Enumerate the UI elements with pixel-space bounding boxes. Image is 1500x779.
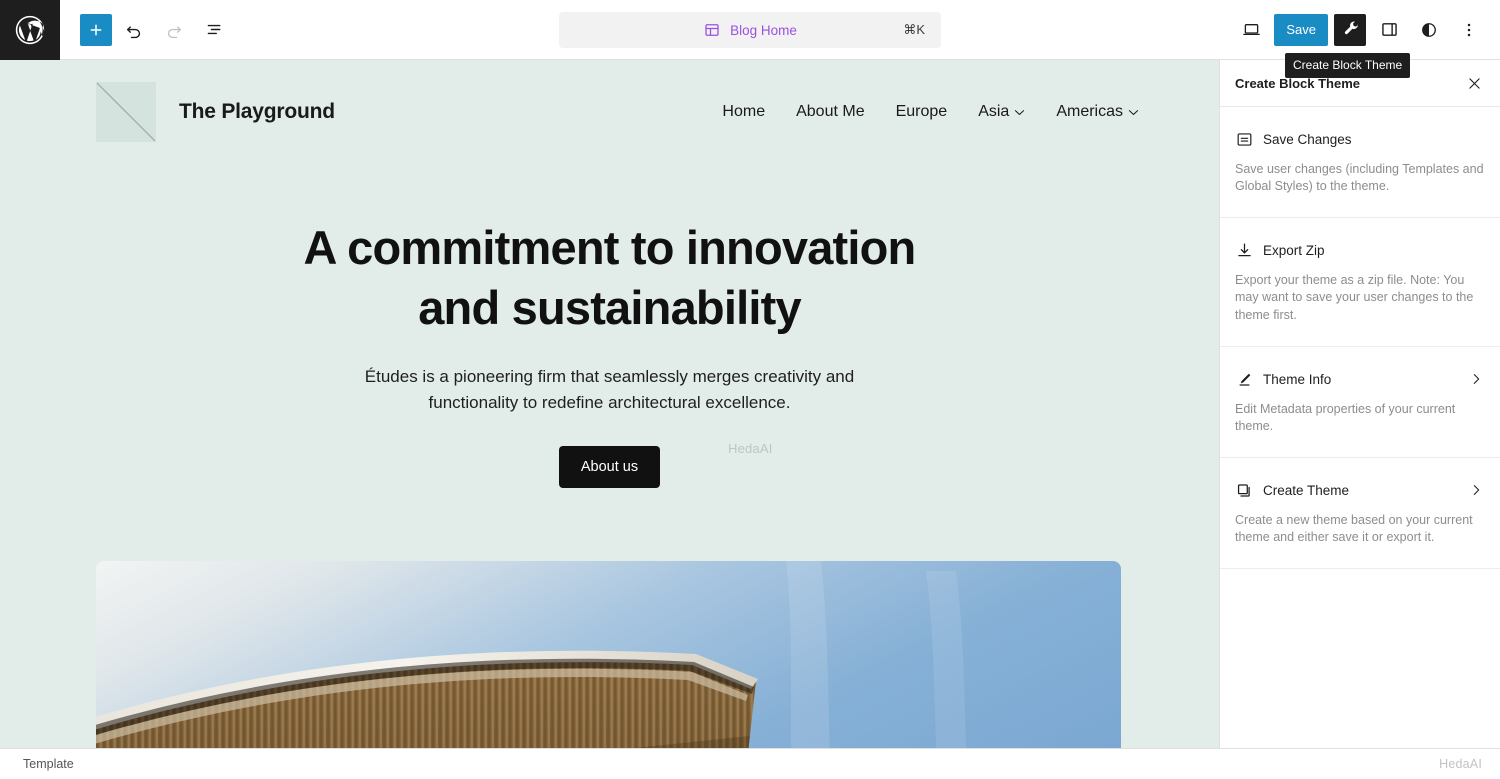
undo-button[interactable] — [116, 12, 152, 48]
close-x-icon — [1468, 77, 1480, 89]
settings-sidebar-button[interactable] — [1372, 13, 1406, 47]
chevron-down-icon — [1128, 109, 1139, 115]
sidebar-body: Save Changes Save user changes (includin… — [1220, 107, 1500, 748]
site-editor-app: Blog Home ⌘K Save Create Block Theme The… — [0, 0, 1500, 779]
placeholder-image-icon[interactable] — [96, 82, 156, 142]
nav-item-about-me[interactable]: About Me — [796, 103, 864, 121]
sidebar-item-label: Export Zip — [1263, 243, 1325, 259]
redo-button[interactable] — [156, 12, 192, 48]
pencil-edit-icon — [1235, 370, 1254, 389]
wordpress-logo-icon[interactable] — [0, 0, 60, 60]
nav-item-label: Americas — [1056, 103, 1123, 120]
document-type-label: Template — [23, 757, 74, 771]
sidebar-section-create-theme: Create Theme Create a new theme based on… — [1220, 458, 1500, 570]
create-block-theme-button[interactable] — [1334, 13, 1366, 46]
plus-icon — [90, 24, 102, 35]
wrench-icon — [1344, 21, 1358, 35]
nav-item-europe[interactable]: Europe — [896, 103, 948, 121]
hero-heading-line2: and sustainability — [418, 281, 801, 334]
kebab-menu-icon — [1467, 23, 1471, 36]
sidebar-item-label: Save Changes — [1263, 132, 1352, 147]
about-us-button[interactable]: About us — [558, 445, 661, 488]
nav-item-label: Asia — [978, 103, 1010, 120]
sidebar-item-label: Create Theme — [1263, 482, 1350, 498]
list-view-icon — [207, 24, 220, 35]
watermark-status: HedaAI — [1439, 757, 1482, 771]
nav-item-label: Home — [722, 103, 766, 120]
undo-arrow-icon — [127, 25, 141, 38]
architectural-canopy-image — [96, 560, 1121, 748]
hero-block: A commitment to innovation and sustainab… — [0, 132, 1219, 488]
nav-item-label: About Me — [796, 103, 865, 120]
options-menu-button[interactable] — [1452, 13, 1486, 47]
sidebar-panel-icon — [1381, 23, 1397, 36]
command-bar-shortcut: ⌘K — [903, 22, 925, 37]
styles-button[interactable] — [1412, 13, 1446, 47]
sidebar-item-description: Create a new theme based on your current… — [1235, 512, 1473, 544]
create-theme-action[interactable]: Create Theme — [1235, 481, 1484, 500]
nav-item-home[interactable]: Home — [722, 103, 765, 121]
save-button[interactable]: Save — [1274, 13, 1328, 46]
contrast-circle-icon — [1422, 22, 1436, 37]
editor-status-bar: Template HedaAI — [0, 748, 1500, 779]
list-view-button[interactable] — [196, 12, 232, 48]
nav-item-asia[interactable]: Asia — [978, 103, 1025, 121]
editor-canvas[interactable]: The Playground Home About Me Europe Asia — [0, 60, 1219, 748]
save-changes-action[interactable]: Save Changes — [1235, 130, 1484, 149]
chevron-down-icon — [1015, 109, 1025, 115]
hero-heading-line1: A commitment to innovation — [303, 221, 917, 274]
create-block-theme-sidebar: Create Block Theme Save Changes Save use… — [1219, 60, 1500, 748]
top-bar-right-tools: Save — [1234, 13, 1500, 47]
add-block-button[interactable] — [80, 13, 112, 46]
download-zip-icon — [1235, 241, 1254, 260]
site-navigation: Home About Me Europe Asia Americas — [722, 103, 1139, 121]
export-zip-action[interactable]: Export Zip — [1235, 241, 1484, 260]
view-device-button[interactable] — [1234, 13, 1268, 47]
chevron-right-icon — [1468, 371, 1484, 387]
command-bar-area: Blog Home ⌘K — [559, 12, 941, 48]
sidebar-item-description: Export your theme as a zip file. Note: Y… — [1235, 273, 1474, 322]
editor-top-bar: Blog Home ⌘K Save — [0, 0, 1500, 60]
create-block-theme-tooltip: Create Block Theme — [1285, 53, 1411, 78]
hero-heading[interactable]: A commitment to innovation and sustainab… — [260, 224, 960, 331]
command-bar-label: Blog Home — [730, 22, 797, 38]
copy-layers-icon — [1235, 481, 1254, 500]
sidebar-section-save-changes: Save Changes Save user changes (includin… — [1220, 107, 1500, 219]
editor-canvas-wrapper: The Playground Home About Me Europe Asia — [0, 60, 1219, 748]
hero-image-block[interactable] — [96, 560, 1121, 748]
nav-item-label: Europe — [895, 103, 948, 120]
close-sidebar-button[interactable] — [1460, 69, 1488, 97]
sidebar-section-export-zip: Export Zip Export your theme as a zip fi… — [1220, 218, 1500, 347]
command-bar[interactable]: Blog Home ⌘K — [559, 12, 941, 48]
save-document-icon — [1235, 130, 1254, 149]
template-layout-icon — [703, 21, 721, 39]
sidebar-item-description: Edit Metadata properties of your current… — [1235, 401, 1456, 433]
sidebar-item-label: Theme Info — [1263, 371, 1332, 387]
top-bar-left-tools — [60, 12, 232, 48]
chevron-right-icon — [1468, 482, 1484, 498]
sidebar-item-description: Save user changes (including Templates a… — [1235, 162, 1484, 194]
editor-body: The Playground Home About Me Europe Asia — [0, 60, 1500, 748]
site-header-block[interactable]: The Playground Home About Me Europe Asia — [0, 60, 1219, 142]
sidebar-section-theme-info: Theme Info Edit Metadata properties of y… — [1220, 347, 1500, 458]
redo-arrow-icon — [167, 25, 181, 38]
laptop-device-icon — [1243, 24, 1260, 36]
hero-paragraph[interactable]: Études is a pioneering firm that seamles… — [360, 364, 860, 417]
site-title[interactable]: The Playground — [179, 100, 335, 124]
nav-item-americas[interactable]: Americas — [1056, 103, 1139, 121]
theme-info-action[interactable]: Theme Info — [1235, 370, 1484, 389]
